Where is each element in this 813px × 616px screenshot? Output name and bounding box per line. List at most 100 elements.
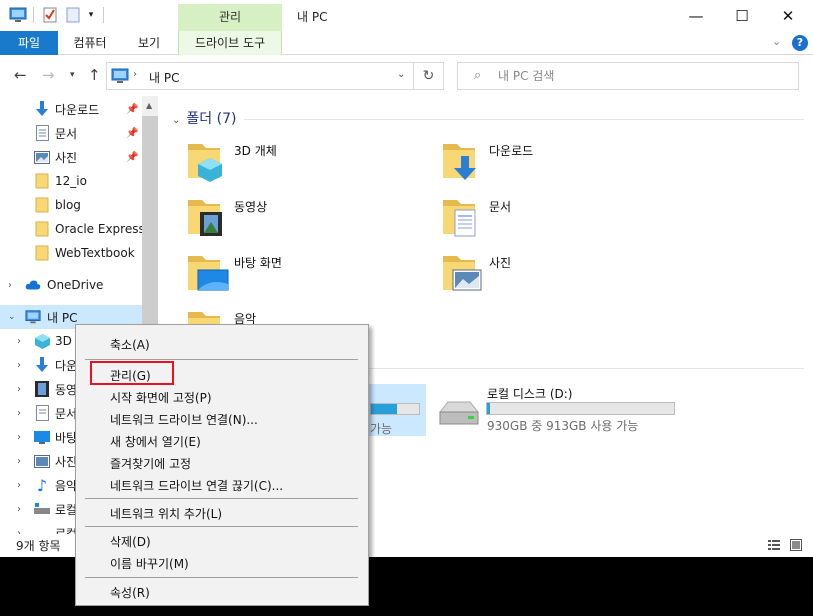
refresh-button[interactable]: ↻ bbox=[414, 62, 444, 90]
search-box[interactable]: ⌕ bbox=[457, 62, 799, 90]
pictures-folder-icon bbox=[443, 256, 482, 291]
expand-chevron-icon[interactable]: › bbox=[17, 504, 21, 515]
properties-icon[interactable] bbox=[42, 6, 58, 24]
context-menu: 축소(A) 관리(G) 시작 화면에 고정(P) 네트워크 드라이브 연결(N)… bbox=[75, 324, 369, 606]
ribbon-expand-icon[interactable]: ⌄ bbox=[772, 35, 781, 48]
drive-c-usage-bar bbox=[370, 403, 420, 415]
expand-chevron-icon[interactable]: › bbox=[17, 336, 21, 347]
folder-tile-pictures[interactable]: 사진 bbox=[441, 248, 691, 296]
menu-item-map-network-drive[interactable]: 네트워크 드라이브 연결(N)... bbox=[110, 411, 258, 428]
item-count: 9개 항목 bbox=[16, 539, 61, 553]
downloads-folder-icon bbox=[443, 144, 476, 180]
menu-separator bbox=[85, 359, 358, 360]
collapse-chevron-icon[interactable]: ⌄ bbox=[172, 115, 180, 126]
expand-chevron-icon[interactable]: › bbox=[17, 480, 21, 491]
menu-item-rename[interactable]: 이름 바꾸기(M) bbox=[110, 555, 189, 572]
menu-separator bbox=[85, 498, 358, 499]
large-icons-view-icon[interactable] bbox=[790, 539, 802, 551]
desktop-folder-icon bbox=[188, 256, 229, 291]
folder-tile-downloads[interactable]: 다운로드 bbox=[441, 136, 691, 184]
back-arrow-icon[interactable]: ← bbox=[14, 66, 27, 84]
folder-tile-videos[interactable]: 동영상 bbox=[186, 192, 436, 240]
menu-item-pin-to-start[interactable]: 시작 화면에 고정(P) bbox=[110, 389, 212, 406]
address-dropdown-icon[interactable]: ⌄ bbox=[397, 69, 405, 80]
nav-item-blog[interactable]: blog bbox=[0, 193, 142, 217]
nav-item-documents[interactable]: 문서 📌 bbox=[0, 121, 142, 145]
menu-item-manage[interactable]: 관리(G) bbox=[110, 367, 151, 384]
breadcrumb-chevron-icon[interactable]: › bbox=[133, 69, 137, 80]
pictures-icon bbox=[34, 149, 50, 165]
nav-item-downloads[interactable]: 다운로드 📌 bbox=[0, 97, 142, 121]
expand-chevron-icon[interactable]: › bbox=[17, 456, 21, 467]
folder-tile-3d-objects[interactable]: 3D 개체 bbox=[186, 136, 436, 184]
close-button[interactable]: ✕ bbox=[765, 0, 811, 31]
nav-item-pictures[interactable]: 사진 📌 bbox=[0, 145, 142, 169]
refresh-icon: ↻ bbox=[422, 68, 435, 84]
3d-objects-icon bbox=[34, 333, 50, 349]
windows-drive-icon bbox=[34, 501, 50, 517]
pin-icon[interactable]: 📌 bbox=[126, 104, 138, 115]
search-input[interactable] bbox=[498, 67, 788, 85]
videos-icon bbox=[34, 381, 50, 397]
breadcrumb-this-pc[interactable]: 내 PC bbox=[149, 69, 179, 86]
maximize-button[interactable]: ☐ bbox=[719, 0, 765, 31]
folder-icon bbox=[34, 173, 50, 189]
collapse-chevron-icon[interactable]: ⌄ bbox=[8, 312, 16, 322]
this-pc-icon bbox=[25, 309, 41, 325]
expand-chevron-icon[interactable]: › bbox=[17, 432, 21, 443]
menu-separator bbox=[85, 577, 358, 578]
menu-separator bbox=[85, 526, 358, 527]
menu-item-collapse[interactable]: 축소(A) bbox=[110, 336, 150, 353]
nav-item-12-io[interactable]: 12_io bbox=[0, 169, 142, 193]
search-icon: ⌕ bbox=[474, 68, 482, 83]
up-arrow-icon[interactable]: ↑ bbox=[88, 66, 101, 84]
expand-chevron-icon[interactable]: › bbox=[8, 280, 12, 291]
videos-folder-icon bbox=[188, 200, 222, 236]
title-bar: ▾ 관리 내 PC — ☐ ✕ bbox=[0, 0, 813, 31]
menu-item-add-network-location[interactable]: 네트워크 위치 추가(L) bbox=[110, 505, 222, 522]
recent-locations-chevron-icon[interactable]: ▾ bbox=[70, 70, 75, 80]
tab-drive-tools[interactable]: 드라이브 도구 bbox=[178, 31, 282, 55]
drive-d-name[interactable]: 로컬 디스크 (D:) bbox=[487, 385, 572, 402]
navigation-bar: ← → ▾ ↑ › 내 PC ⌄ ↻ ⌕ bbox=[0, 56, 813, 96]
new-folder-icon[interactable] bbox=[65, 6, 81, 24]
pin-icon[interactable]: 📌 bbox=[126, 128, 138, 139]
expand-chevron-icon[interactable]: › bbox=[17, 360, 21, 371]
this-pc-icon[interactable] bbox=[9, 6, 27, 24]
tab-computer[interactable]: 컴퓨터 bbox=[62, 31, 118, 55]
menu-item-delete[interactable]: 삭제(D) bbox=[110, 533, 151, 550]
menu-item-properties[interactable]: 속성(R) bbox=[110, 584, 150, 601]
folder-tile-desktop[interactable]: 바탕 화면 bbox=[186, 248, 436, 296]
nav-item-onedrive[interactable]: › OneDrive bbox=[0, 273, 142, 297]
tab-file[interactable]: 파일 bbox=[0, 31, 58, 55]
pin-icon[interactable]: 📌 bbox=[126, 152, 138, 163]
nav-scrollbar-thumb[interactable] bbox=[142, 116, 158, 356]
folders-group-header[interactable]: ⌄ 폴더 (7) bbox=[172, 108, 236, 128]
manage-context-tab[interactable]: 관리 bbox=[178, 4, 282, 31]
documents-folder-icon bbox=[443, 200, 476, 237]
nav-item-oracle-express[interactable]: Oracle Express 2 bbox=[0, 217, 156, 241]
folder-tile-documents[interactable]: 문서 bbox=[441, 192, 691, 240]
music-note-icon: ♪ bbox=[36, 475, 48, 495]
address-bar[interactable]: › 내 PC ⌄ bbox=[106, 62, 414, 90]
expand-chevron-icon[interactable]: › bbox=[17, 408, 21, 419]
folder-icon bbox=[34, 245, 50, 261]
menu-item-pin-quick-access[interactable]: 즐겨찾기에 고정 bbox=[110, 455, 191, 472]
details-view-icon[interactable] bbox=[768, 539, 780, 551]
customize-qat-icon[interactable]: ▾ bbox=[86, 6, 96, 24]
downloads-icon bbox=[34, 101, 50, 117]
expand-chevron-icon[interactable]: › bbox=[17, 384, 21, 395]
tab-view[interactable]: 보기 bbox=[124, 31, 174, 55]
folder-icon bbox=[34, 221, 50, 237]
forward-arrow-icon[interactable]: → bbox=[42, 66, 55, 84]
hard-drive-icon[interactable] bbox=[436, 396, 482, 430]
folder-icon bbox=[34, 197, 50, 213]
menu-item-open-new-window[interactable]: 새 창에서 열기(E) bbox=[110, 433, 201, 450]
scroll-up-arrow-icon[interactable]: ▲ bbox=[146, 101, 152, 110]
minimize-button[interactable]: — bbox=[673, 0, 719, 31]
nav-item-webtextbook[interactable]: WebTextbook bbox=[0, 241, 142, 265]
help-icon[interactable]: ? bbox=[792, 35, 808, 51]
menu-item-disconnect-network-drive[interactable]: 네트워크 드라이브 연결 끊기(C)... bbox=[110, 477, 283, 494]
this-pc-icon bbox=[111, 68, 129, 87]
desktop-icon bbox=[34, 429, 50, 445]
